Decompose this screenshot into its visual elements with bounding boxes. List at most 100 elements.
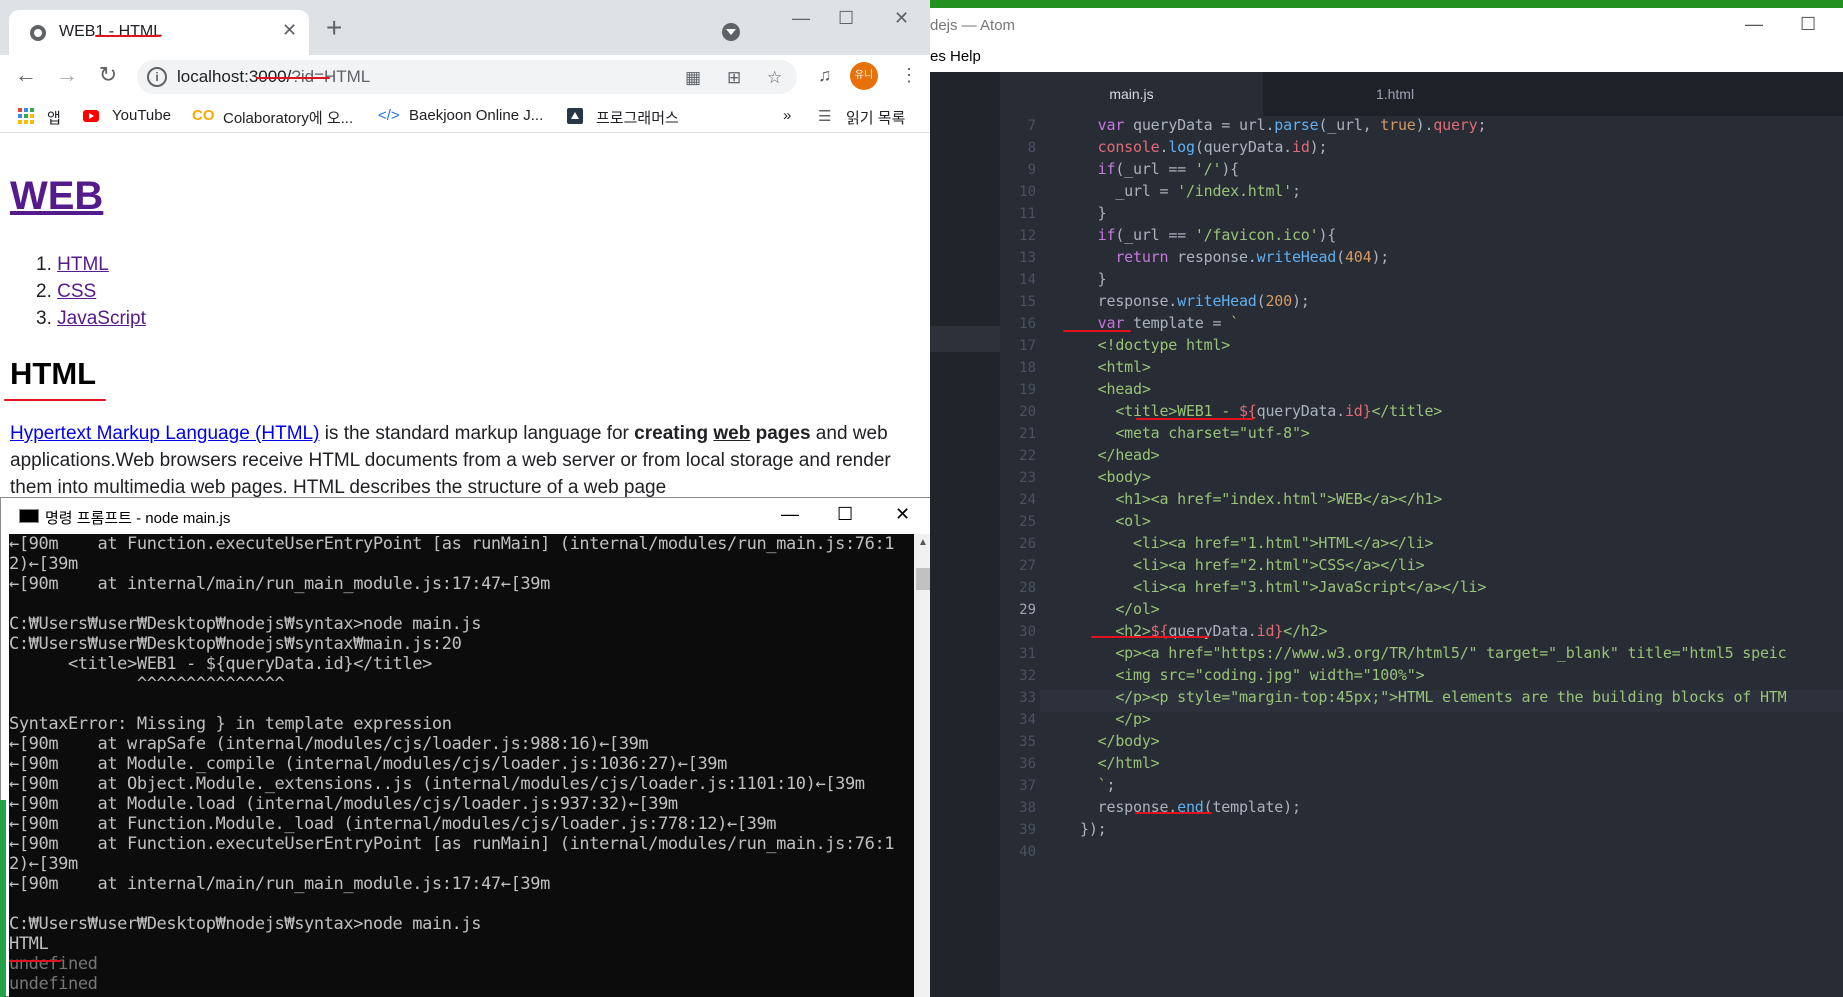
cmd-titlebar: 명령 프롬프트 - node main.js — ☐ ✕ bbox=[1, 498, 932, 534]
annotation-underline bbox=[1063, 330, 1131, 332]
media-control-icon[interactable]: ♫ bbox=[818, 65, 832, 86]
maximize-icon[interactable]: ☐ bbox=[837, 504, 853, 525]
line-number: 19 bbox=[1019, 382, 1036, 398]
close-window-icon[interactable]: ✕ bbox=[895, 504, 910, 525]
address-bar[interactable]: i localhost:3000/?id=HTML ▦ ⊞ ☆ bbox=[137, 60, 797, 94]
close-window-icon[interactable]: ✕ bbox=[894, 8, 909, 29]
forward-icon[interactable]: → bbox=[53, 62, 81, 88]
tab-main-js[interactable]: main.js bbox=[1000, 72, 1263, 116]
maximize-icon[interactable]: ☐ bbox=[1800, 14, 1816, 35]
reading-list[interactable]: 읽기 목록 bbox=[846, 107, 905, 128]
console-line: C:₩Users₩user₩Desktop₩nodejs₩syntax>node… bbox=[9, 614, 482, 634]
line-number: 35 bbox=[1019, 734, 1036, 750]
code-line: </ol> bbox=[1080, 600, 1160, 618]
page-heading: WEB bbox=[10, 174, 103, 219]
back-icon[interactable]: ← bbox=[12, 62, 40, 88]
translate-icon[interactable]: ⊞ bbox=[727, 68, 741, 88]
line-number: 11 bbox=[1019, 206, 1036, 222]
tab-strip: WEB1 - HTML ✕ + — ☐ ✕ bbox=[0, 0, 930, 55]
code-line: <title>WEB1 - ${queryData.id}</title> bbox=[1080, 402, 1443, 420]
tree-view[interactable] bbox=[930, 72, 1000, 997]
line-number: 38 bbox=[1019, 800, 1036, 816]
console-line: ←[90m at Object.Module._extensions..js (… bbox=[9, 774, 865, 794]
annotation-underline bbox=[4, 399, 106, 401]
list-number: 3. bbox=[36, 308, 52, 329]
reading-list-icon: ☰ bbox=[818, 108, 832, 125]
list-item: 1. HTML bbox=[36, 251, 146, 278]
colab-icon: CO bbox=[192, 107, 215, 124]
code-line: `; bbox=[1080, 776, 1116, 794]
code-editor[interactable]: 7 8 9 10 11 12 13 14 15 16 17 18 19 20 21 22 23 24 25 26 27 2… bbox=[1000, 116, 1843, 997]
scroll-thumb[interactable] bbox=[916, 568, 930, 590]
bookmark-programmers[interactable]: 프로그래머스 bbox=[596, 107, 679, 128]
page-list: 1. HTML 2. CSS 3. JavaScript bbox=[36, 251, 146, 332]
baekjoon-icon: </> bbox=[378, 107, 400, 124]
menu-bar[interactable]: es Help bbox=[930, 48, 981, 65]
bookmark-apps[interactable]: 앱 bbox=[47, 107, 61, 128]
browser-tab[interactable]: WEB1 - HTML ✕ bbox=[9, 10, 309, 55]
bookmark-star-icon[interactable]: ☆ bbox=[767, 68, 782, 88]
tab-search-icon[interactable] bbox=[722, 23, 740, 41]
minimize-icon[interactable]: — bbox=[781, 504, 799, 525]
code-line: } bbox=[1080, 270, 1107, 288]
bookmark-colab[interactable]: Colaboratory에 오... bbox=[223, 107, 353, 128]
command-prompt-window: 명령 프롬프트 - node main.js — ☐ ✕ ←[90m at Fu… bbox=[0, 497, 933, 997]
tab-1-html[interactable]: 1.html bbox=[1263, 72, 1527, 116]
html-spec-link[interactable]: Hypertext Markup Language (HTML) bbox=[10, 423, 319, 444]
console-line: undefined bbox=[9, 974, 98, 994]
close-tab-icon[interactable]: ✕ bbox=[282, 20, 297, 41]
code-line: }); bbox=[1080, 820, 1107, 838]
console-line: ←[90m at internal/main/run_main_module.j… bbox=[9, 874, 550, 894]
browser-toolbar: ← → ↻ i localhost:3000/?id=HTML ▦ ⊞ ☆ ♫ … bbox=[0, 55, 930, 99]
qr-code-icon[interactable]: ▦ bbox=[685, 68, 701, 88]
annotation-underline bbox=[1091, 636, 1209, 638]
youtube-icon bbox=[83, 110, 99, 122]
tree-selected-item[interactable] bbox=[930, 326, 1000, 352]
bookmark-youtube[interactable]: YouTube bbox=[112, 107, 171, 124]
console-icon bbox=[19, 509, 39, 523]
para-bold: pages bbox=[755, 423, 811, 444]
minimize-icon[interactable]: — bbox=[792, 8, 810, 29]
line-number: 40 bbox=[1019, 844, 1036, 860]
page-subheading: HTML bbox=[10, 356, 97, 391]
line-number: 30 bbox=[1019, 624, 1036, 640]
menu-icon[interactable]: ⋮ bbox=[900, 65, 918, 86]
bookmark-baekjoon[interactable]: Baekjoon Online J... bbox=[409, 107, 543, 124]
avatar[interactable]: 유니 bbox=[850, 62, 878, 90]
code-line: <li><a href="1.html">HTML</a></li> bbox=[1080, 534, 1434, 552]
console-line: C:₩Users₩user₩Desktop₩nodejs₩syntax>node… bbox=[9, 914, 482, 934]
line-number: 37 bbox=[1019, 778, 1036, 794]
line-number: 31 bbox=[1019, 646, 1036, 662]
scroll-up-icon[interactable]: ▲ bbox=[918, 537, 928, 548]
code-line: <li><a href="3.html">JavaScript</a></li> bbox=[1080, 578, 1487, 596]
console-line: HTML bbox=[9, 934, 49, 954]
list-item: 2. CSS bbox=[36, 278, 146, 305]
list-link-html[interactable]: HTML bbox=[57, 254, 109, 275]
list-link-javascript[interactable]: JavaScript bbox=[57, 308, 146, 329]
code-line: </p> bbox=[1080, 710, 1151, 728]
minimize-icon[interactable]: — bbox=[1745, 14, 1763, 35]
console-line: ←[90m at Module._compile (internal/modul… bbox=[9, 754, 727, 774]
line-number: 10 bbox=[1019, 184, 1036, 200]
code-line: </body> bbox=[1080, 732, 1160, 750]
maximize-icon[interactable]: ☐ bbox=[838, 8, 854, 29]
cmd-title: 명령 프롬프트 - node main.js bbox=[45, 510, 231, 527]
programmers-icon bbox=[567, 108, 583, 124]
bookmarks-bar: 앱 YouTube CO Colaboratory에 오... </> Baek… bbox=[0, 99, 930, 133]
console-line: SyntaxError: Missing } in template expre… bbox=[9, 714, 452, 734]
console-line: undefined bbox=[9, 954, 98, 974]
line-number: 39 bbox=[1019, 822, 1036, 838]
list-item: 3. JavaScript bbox=[36, 305, 146, 332]
list-number: 1. bbox=[36, 254, 52, 275]
console-text: ←[90m at Function.executeUserEntryPoint … bbox=[9, 534, 914, 994]
new-tab-button[interactable]: + bbox=[326, 14, 342, 42]
editor-tabs: main.js 1.html bbox=[1000, 72, 1843, 116]
code-line: </html> bbox=[1080, 754, 1160, 772]
info-icon[interactable]: i bbox=[147, 67, 167, 87]
globe-icon bbox=[30, 25, 46, 41]
list-link-css[interactable]: CSS bbox=[57, 281, 96, 302]
console-output[interactable]: ←[90m at Function.executeUserEntryPoint … bbox=[9, 534, 914, 997]
web-heading-link[interactable]: WEB bbox=[10, 174, 103, 218]
reload-icon[interactable]: ↻ bbox=[94, 62, 122, 88]
bookmarks-more-icon[interactable]: » bbox=[783, 107, 791, 124]
